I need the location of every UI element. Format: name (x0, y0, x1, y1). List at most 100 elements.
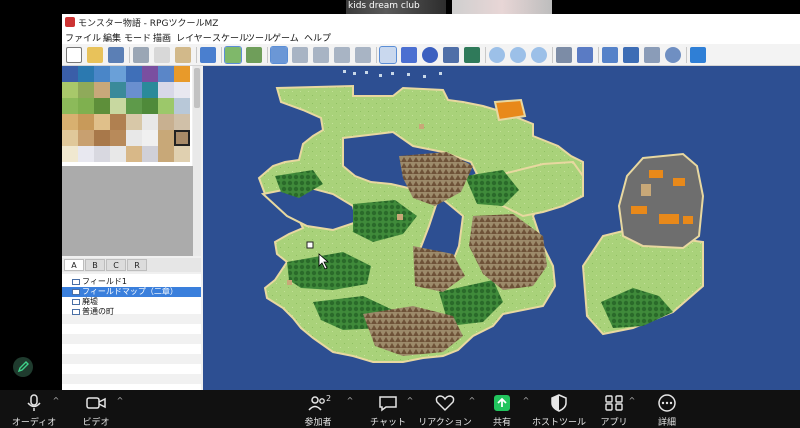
pencil-icon[interactable] (379, 46, 397, 64)
palette-tile[interactable] (126, 82, 142, 98)
participant-video-tile[interactable] (452, 0, 552, 14)
palette-tile[interactable] (110, 114, 126, 130)
palette-tile[interactable] (174, 66, 190, 82)
palette-tile[interactable] (62, 114, 78, 130)
map-list-item[interactable]: 廃墟 (62, 297, 201, 307)
sound-test-icon[interactable] (602, 47, 618, 63)
map-list-item[interactable]: フィールド1 (62, 277, 201, 287)
chat-button[interactable]: チャット (370, 394, 406, 428)
palette-tile[interactable] (142, 82, 158, 98)
world-map[interactable] (203, 66, 800, 390)
palette-tile[interactable] (62, 146, 78, 162)
event-mode-icon[interactable] (246, 47, 262, 63)
save-project-icon[interactable] (108, 47, 124, 63)
map-mode-icon[interactable] (224, 46, 242, 64)
palette-scrollbar[interactable] (193, 66, 201, 256)
tab-b[interactable]: B (85, 259, 105, 271)
annotate-button[interactable] (13, 357, 33, 377)
reactions-button[interactable]: リアクション (418, 394, 472, 428)
palette-tile[interactable] (158, 98, 174, 114)
palette-tile[interactable] (94, 98, 110, 114)
palette-tile[interactable] (78, 146, 94, 162)
participant-video-tile[interactable]: kids dream club (346, 0, 446, 14)
menu-file[interactable]: ファイル (65, 31, 101, 44)
zoom-in-icon[interactable] (489, 47, 505, 63)
reactions-options-caret[interactable]: ^ (468, 397, 476, 405)
palette-tile[interactable] (110, 66, 126, 82)
menu-mode[interactable]: モード (124, 31, 151, 44)
video-options-caret[interactable]: ^ (116, 397, 124, 405)
map-canvas[interactable] (203, 66, 800, 390)
palette-tile[interactable] (94, 66, 110, 82)
audio-button[interactable]: オーディオ (12, 394, 56, 428)
tile-palette[interactable] (62, 66, 192, 166)
palette-tile[interactable] (62, 98, 78, 114)
database-icon[interactable] (556, 47, 572, 63)
map-list-item[interactable]: 普通の町 (62, 307, 201, 317)
open-project-icon[interactable] (87, 47, 103, 63)
palette-tile[interactable] (110, 98, 126, 114)
tab-c[interactable]: C (106, 259, 126, 271)
zoom-actual-icon[interactable] (531, 47, 547, 63)
shadow-pen-icon[interactable] (464, 47, 480, 63)
event-marker[interactable] (397, 214, 403, 220)
palette-tile[interactable] (142, 114, 158, 130)
palette-tile[interactable] (110, 146, 126, 162)
share-options-caret[interactable]: ^ (522, 397, 530, 405)
palette-tile[interactable] (78, 114, 94, 130)
palette-tile[interactable] (174, 146, 190, 162)
palette-tile[interactable] (78, 130, 94, 146)
palette-tile[interactable] (174, 98, 190, 114)
fill-icon[interactable] (443, 47, 459, 63)
palette-tile[interactable] (142, 66, 158, 82)
menu-tools[interactable]: ツール (246, 31, 273, 44)
share-screen-button[interactable]: 共有 (488, 394, 516, 428)
palette-tile[interactable] (78, 66, 94, 82)
map-list-item-selected[interactable]: フィールドマップ（二章） (62, 287, 201, 297)
event-searcher-icon[interactable] (623, 47, 639, 63)
menu-help[interactable]: ヘルプ (304, 31, 331, 44)
palette-tile[interactable] (110, 82, 126, 98)
event-marker[interactable] (419, 124, 424, 129)
palette-tile[interactable] (110, 130, 126, 146)
menu-game[interactable]: ゲーム (272, 31, 299, 44)
palette-tile[interactable] (158, 130, 174, 146)
palette-tile[interactable] (62, 66, 78, 82)
palette-tile[interactable] (62, 130, 78, 146)
palette-tile[interactable] (142, 98, 158, 114)
palette-tile[interactable] (158, 146, 174, 162)
rectangle-icon[interactable] (401, 47, 417, 63)
menu-scale[interactable]: スケール (212, 31, 248, 44)
palette-tile[interactable] (126, 146, 142, 162)
apps-button[interactable]: アプリ (600, 394, 628, 428)
layer-2-icon[interactable] (313, 47, 329, 63)
menu-edit[interactable]: 編集 (103, 31, 121, 44)
undo-icon[interactable] (200, 47, 216, 63)
resource-manager-icon[interactable] (665, 47, 681, 63)
ellipse-icon[interactable] (422, 47, 438, 63)
palette-tile[interactable] (62, 82, 78, 98)
palette-tile[interactable] (94, 146, 110, 162)
copy-icon[interactable] (154, 47, 170, 63)
palette-tile[interactable] (94, 130, 110, 146)
menu-draw[interactable]: 描画 (153, 31, 171, 44)
apps-options-caret[interactable]: ^ (628, 397, 636, 405)
plugin-manager-icon[interactable] (577, 47, 593, 63)
audio-options-caret[interactable]: ^ (52, 397, 60, 405)
layer-3-icon[interactable] (334, 47, 350, 63)
chat-options-caret[interactable]: ^ (406, 397, 414, 405)
palette-tile[interactable] (94, 82, 110, 98)
palette-tile[interactable] (94, 114, 110, 130)
video-button[interactable]: ビデオ (78, 394, 114, 428)
palette-tile[interactable] (158, 66, 174, 82)
palette-tile[interactable] (158, 114, 174, 130)
palette-tile[interactable] (142, 130, 158, 146)
layer-1-icon[interactable] (292, 47, 308, 63)
tab-a[interactable]: A (64, 259, 84, 271)
palette-tile[interactable] (158, 82, 174, 98)
scrollbar-thumb[interactable] (194, 68, 200, 108)
palette-tile[interactable] (126, 98, 142, 114)
tab-r[interactable]: R (127, 259, 147, 271)
event-marker[interactable] (287, 280, 292, 285)
participants-button[interactable]: 2 参加者 (298, 394, 338, 428)
